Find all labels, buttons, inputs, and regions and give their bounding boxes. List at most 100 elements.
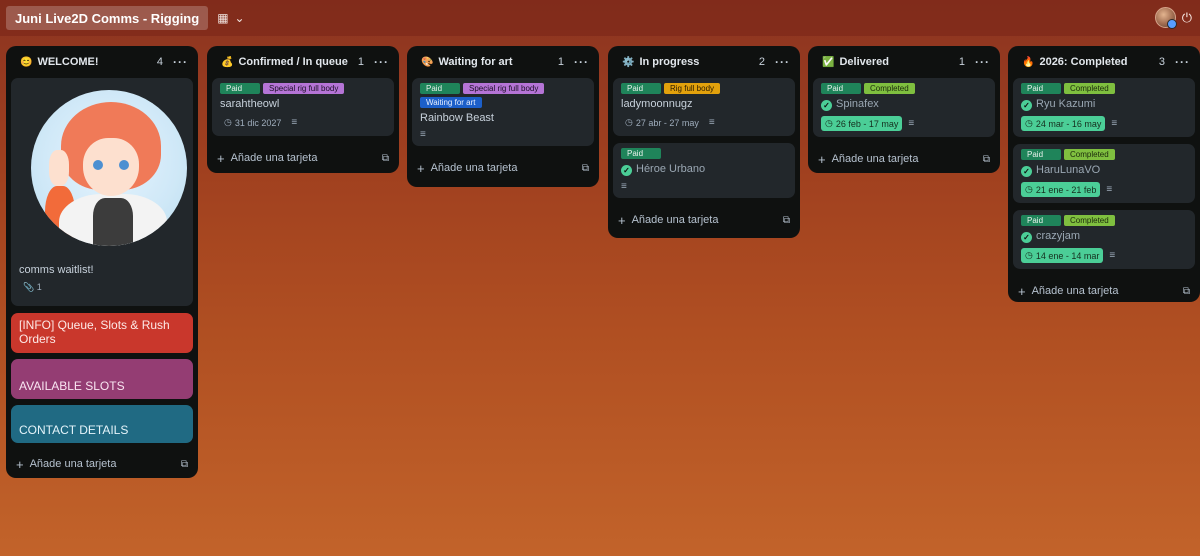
clock-icon: ◷ <box>825 118 833 128</box>
label-special-rig: Special rig full body <box>463 83 545 94</box>
avatar[interactable] <box>1154 7 1177 29</box>
description-icon: ≡ <box>621 181 627 192</box>
template-icon[interactable]: ⧉ <box>1183 286 1190 297</box>
list-title[interactable]: Confirmed / In queue <box>238 56 357 68</box>
template-icon[interactable]: ⧉ <box>382 153 389 164</box>
add-card-button[interactable]: + Añade una tarjeta ⧉ <box>608 205 800 235</box>
card[interactable]: Paid Completed ✓ crazyjam ◷ 14 ene - 14 ma… <box>1013 210 1195 269</box>
card-title: comms waitlist! <box>19 264 94 276</box>
card[interactable]: Paid Rig full body ladymoonnugz ◷ 27 abr … <box>613 78 795 136</box>
label-paid: Paid <box>220 83 260 94</box>
card[interactable]: Paid Completed ✓ Ryu Kazumi ◷ 24 mar - 16 … <box>1013 78 1195 137</box>
description-icon: ≡ <box>1109 250 1116 261</box>
due-date-badge[interactable]: ◷ 14 ene - 14 mar <box>1021 248 1104 263</box>
label-rig-full-body: Rig full body <box>664 83 721 94</box>
add-card-button[interactable]: + Añade una tarjeta ⧉ <box>207 143 399 173</box>
plus-icon: + <box>1018 283 1026 299</box>
card[interactable]: Paid Special rig full body Waiting for a… <box>412 78 594 146</box>
attachment-count: 1 <box>36 282 42 292</box>
list-emoji: ⚙️ <box>622 56 635 68</box>
info-card[interactable]: [INFO] Queue, Slots & Rush Orders <box>11 313 193 353</box>
board-title[interactable]: Juni Live2D Comms - Rigging <box>6 6 209 30</box>
card-title-text: Spinafex <box>836 98 879 110</box>
check-icon[interactable]: ✓ <box>621 165 632 176</box>
card-title: ✓ Héroe Urbano <box>621 163 787 176</box>
due-date-badge: ◷ 27 abr - 27 may <box>621 115 703 130</box>
list-title[interactable]: Delivered <box>839 56 958 68</box>
due-date-badge[interactable]: ◷ 24 mar - 16 may <box>1021 116 1106 131</box>
more-icon[interactable]: ··· <box>574 55 589 69</box>
portrait-image <box>31 90 187 246</box>
check-icon[interactable]: ✓ <box>1021 100 1032 111</box>
list-count: 2 <box>758 56 765 68</box>
list-header: 💰 Confirmed / In queue 1 ··· <box>207 46 399 78</box>
more-icon[interactable]: ··· <box>173 55 188 69</box>
check-icon[interactable]: ✓ <box>1021 166 1032 177</box>
list-emoji: 🔥 <box>1022 56 1035 68</box>
check-icon[interactable]: ✓ <box>1021 232 1032 243</box>
add-card-label: Añade una tarjeta <box>430 162 518 174</box>
add-card-button[interactable]: + Añade una tarjeta ⧉ <box>407 153 599 183</box>
due-date-badge[interactable]: ◷ 21 ene - 21 feb <box>1021 182 1101 197</box>
label-paid: Paid <box>821 83 861 94</box>
add-card-button[interactable]: + Añade una tarjeta ⧉ <box>6 449 198 479</box>
add-card-label: Añade una tarjeta <box>831 153 919 165</box>
plus-icon: + <box>16 456 24 472</box>
list-welcome: 😊 WELCOME! 4 ··· comms waitlist! 📎 1 [IN… <box>6 46 198 478</box>
due-date-badge[interactable]: ◷ 26 feb - 17 may <box>821 116 903 131</box>
more-icon[interactable]: ··· <box>1175 55 1190 69</box>
more-icon[interactable]: ··· <box>975 55 990 69</box>
board-icon[interactable]: ▦ <box>217 11 228 25</box>
label-completed: Completed <box>1064 83 1115 94</box>
label-paid: Paid <box>621 148 661 159</box>
due-date: 21 ene - 21 feb <box>1035 184 1097 195</box>
description-icon: ≡ <box>291 117 298 128</box>
more-icon[interactable]: ··· <box>374 55 389 69</box>
label-paid: Paid <box>1021 149 1061 160</box>
template-icon[interactable]: ⧉ <box>181 459 188 470</box>
list-title[interactable]: Waiting for art <box>438 56 557 68</box>
plus-icon: + <box>618 212 626 228</box>
card[interactable]: Paid Completed ✓ HaruLunaVO ◷ 21 ene - 21 … <box>1013 144 1195 203</box>
list-header: 🔥 2026: Completed 3 ··· <box>1008 46 1200 78</box>
list-header: 🎨 Waiting for art 1 ··· <box>407 46 599 78</box>
list-title[interactable]: In progress <box>639 56 758 68</box>
due-date: 27 abr - 27 may <box>635 117 699 128</box>
plus-icon: + <box>417 160 425 176</box>
list-waiting: 🎨 Waiting for art 1 ··· Paid Special rig… <box>407 46 599 187</box>
list-title[interactable]: WELCOME! <box>37 56 156 68</box>
add-card-label: Añade una tarjeta <box>29 458 117 470</box>
list-2026-completed: 🔥 2026: Completed 3 ··· Paid Completed ✓… <box>1008 46 1200 302</box>
template-icon[interactable]: ⧉ <box>582 163 589 174</box>
due-date: 26 feb - 17 may <box>835 118 899 129</box>
template-icon[interactable]: ⧉ <box>983 154 990 165</box>
cover-card[interactable]: comms waitlist! 📎 1 <box>11 78 193 306</box>
description-icon: ≡ <box>708 117 715 128</box>
contact-card[interactable]: CONTACT DETAILS <box>11 405 193 443</box>
list-title[interactable]: 2026: Completed <box>1039 56 1158 68</box>
label-completed: Completed <box>1064 149 1115 160</box>
list-delivered: ✅ Delivered 1 ··· Paid Completed ✓ Spinaf… <box>808 46 1000 173</box>
power-up-icon[interactable]: ⏻ <box>1182 10 1192 26</box>
card[interactable]: Paid ✓ Héroe Urbano ≡ <box>613 143 795 198</box>
description-icon: ≡ <box>420 129 426 140</box>
label-completed: Completed <box>1064 215 1115 226</box>
card-title: ✓ HaruLunaVO <box>1021 164 1187 177</box>
card-title: ✓ Spinafex <box>821 98 987 111</box>
card[interactable]: Paid Completed ✓ Spinafex ◷ 26 feb - 17 ma… <box>813 78 995 137</box>
more-icon[interactable]: ··· <box>775 55 790 69</box>
label-paid: Paid <box>1021 83 1061 94</box>
add-card-button[interactable]: + Añade una tarjeta ⧉ <box>1008 276 1200 306</box>
add-card-button[interactable]: + Añade una tarjeta ⧉ <box>808 144 1000 174</box>
slots-card[interactable]: AVAILABLE SLOTS <box>11 359 193 399</box>
due-date-badge: ◷ 31 dic 2027 <box>220 115 285 130</box>
chevron-down-icon[interactable]: ⌄ <box>235 11 245 25</box>
card[interactable]: Paid Special rig full body sarahtheowl ◷… <box>212 78 394 136</box>
list-emoji: 💰 <box>221 56 234 68</box>
template-icon[interactable]: ⧉ <box>783 215 790 226</box>
list-header: 😊 WELCOME! 4 ··· <box>6 46 198 78</box>
plus-icon: + <box>818 151 826 167</box>
board-header: Juni Live2D Comms - Rigging ▦ ⌄ ⏻ <box>0 0 1200 36</box>
check-icon[interactable]: ✓ <box>821 100 832 111</box>
label-waiting-for-art: Waiting for art <box>420 97 482 108</box>
